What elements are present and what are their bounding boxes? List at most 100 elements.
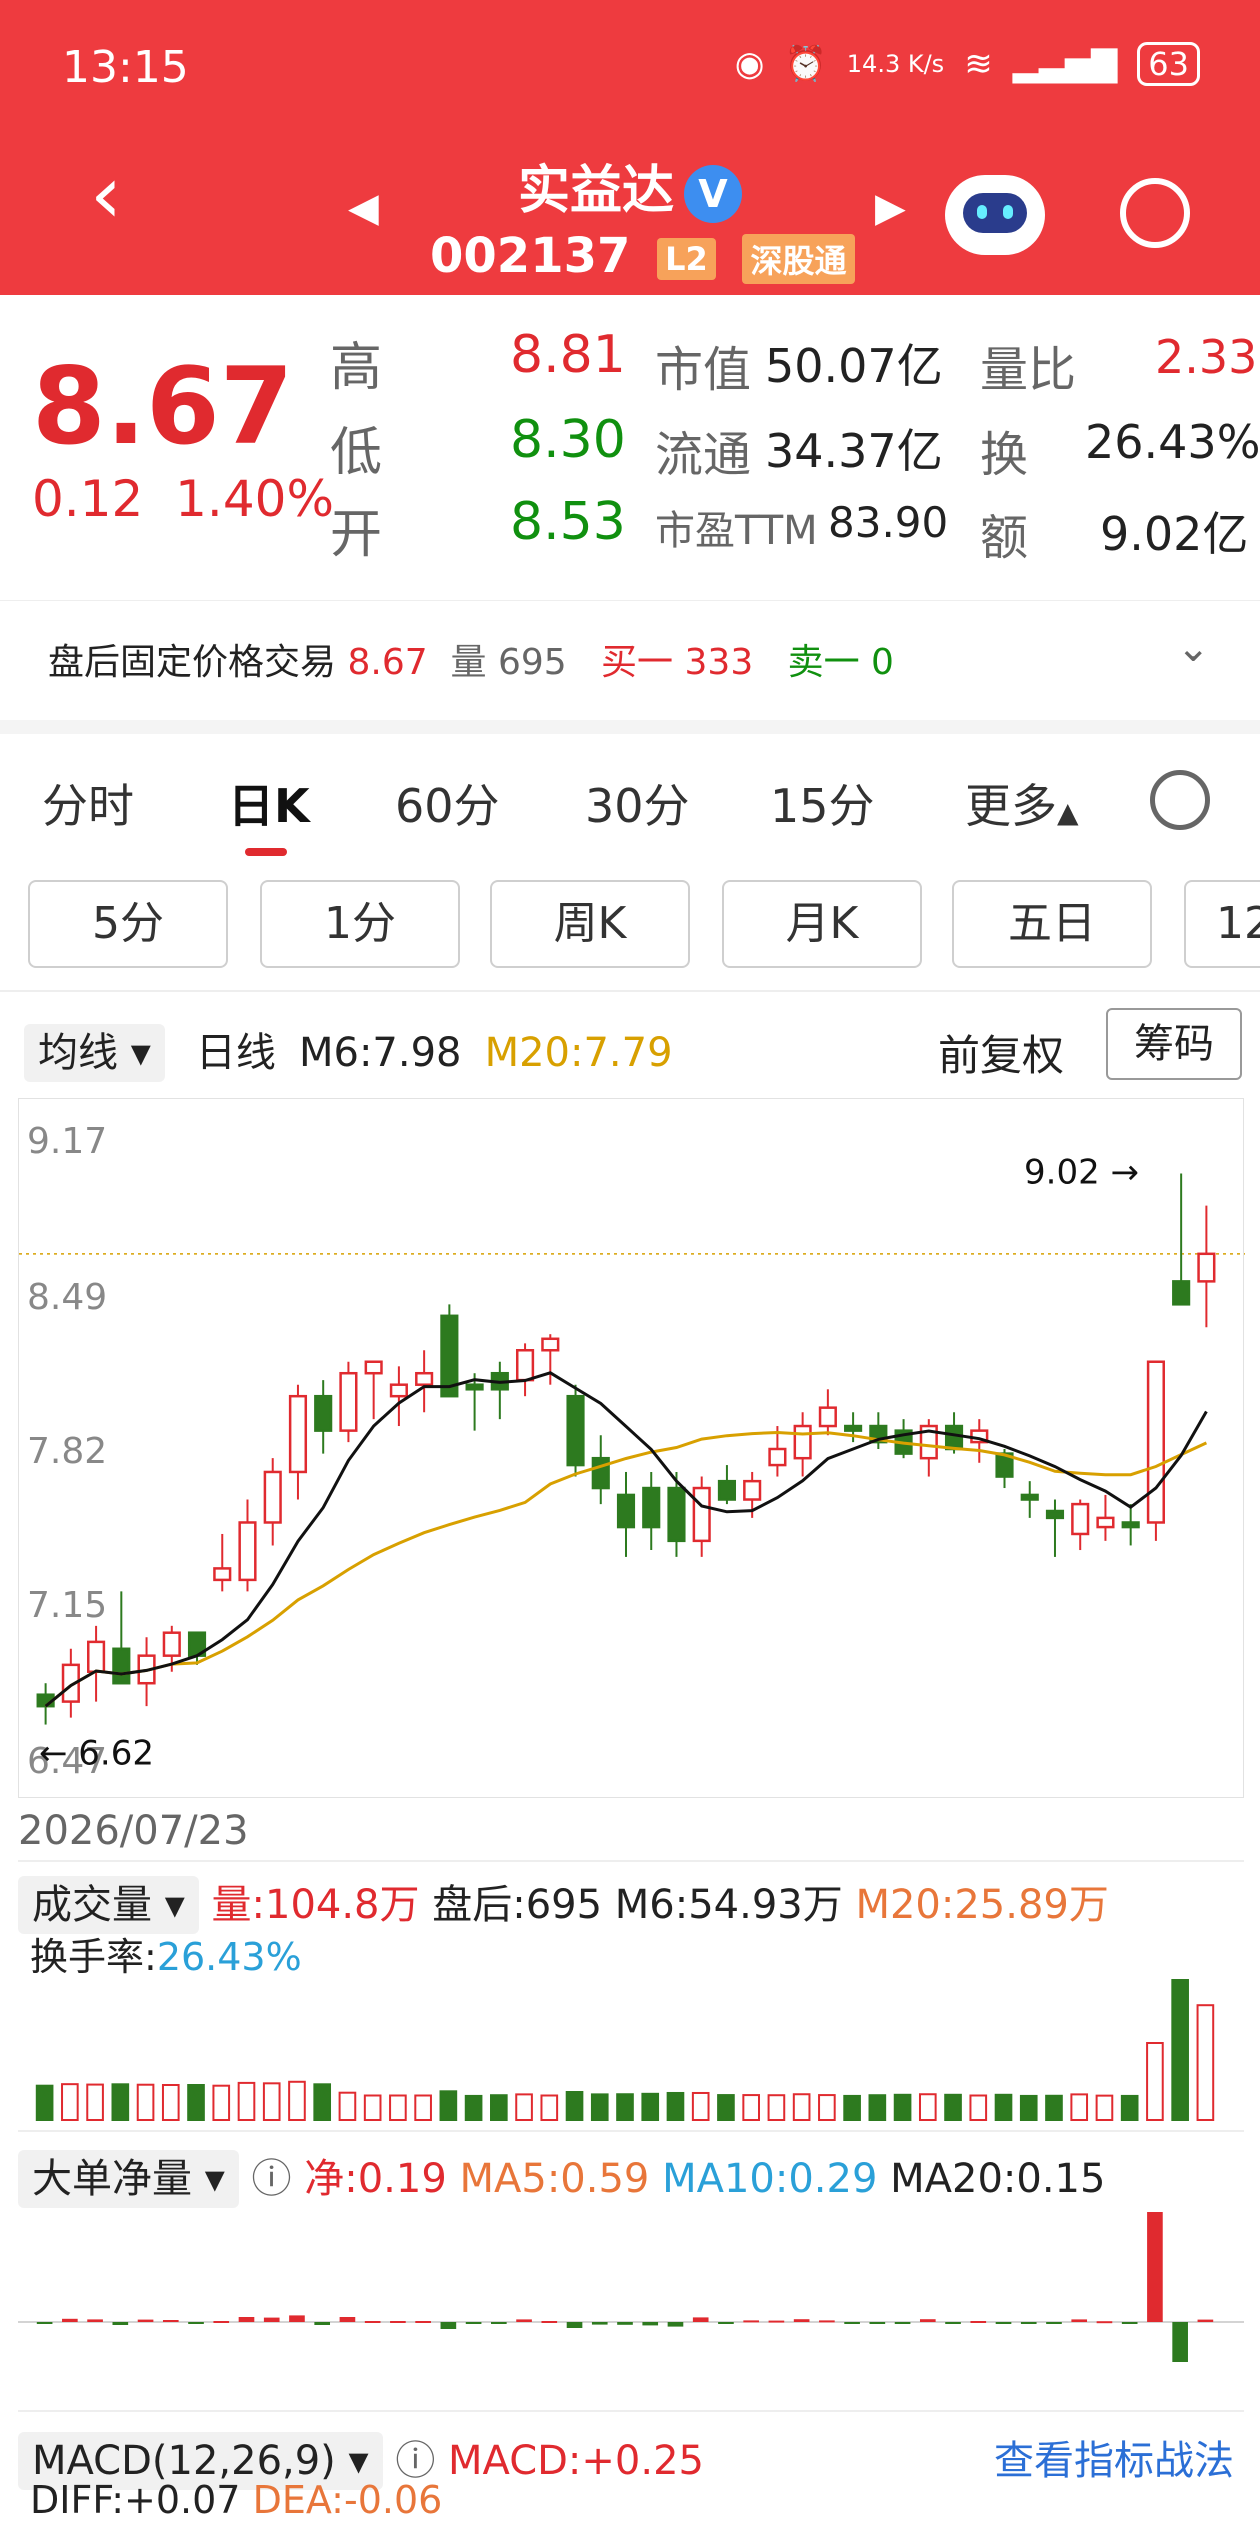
volume-bar (1045, 2094, 1063, 2121)
active-tab-indicator (245, 848, 287, 856)
adjust-mode[interactable]: 前复权 (938, 1022, 1064, 1083)
bigorder-bar (112, 2322, 129, 2325)
stock-code-row: 002137 L2 深股通 (430, 228, 855, 284)
tab-15min[interactable]: 15分 (770, 770, 875, 836)
search-icon[interactable] (1120, 178, 1190, 248)
volume-bar (868, 2094, 887, 2122)
subtab-fiveday[interactable]: 五日 (952, 880, 1152, 968)
volume-bar (666, 2091, 685, 2122)
bigorder-bar (1020, 2322, 1037, 2324)
y-tick-label: 7.15 (27, 1585, 107, 1626)
subtab-monthly[interactable]: 月K (722, 880, 922, 968)
settings-icon[interactable] (1150, 770, 1210, 830)
volume-bar (212, 2084, 231, 2121)
volume-bar (1196, 2004, 1215, 2122)
volume-dropdown-label: 成交量 (32, 1882, 152, 1928)
volume-bar (742, 2094, 760, 2122)
bigorder-bar (137, 2319, 154, 2322)
bigorder-bar (390, 2321, 406, 2323)
volume-bar (1171, 1979, 1189, 2121)
turnover-value: 26.43% (1085, 415, 1260, 469)
volume-bar (843, 2094, 861, 2121)
bigorder-bar (516, 2319, 532, 2322)
battery-icon: 63 (1137, 42, 1200, 86)
mcap-label: 市值 (655, 342, 752, 398)
tab-30min[interactable]: 30分 (585, 770, 690, 836)
open-label: 开 (330, 505, 383, 565)
chevron-down-icon[interactable]: ⌄ (1176, 625, 1210, 671)
volume-bar (590, 2093, 609, 2121)
bigorder-net: 净:0.19 (304, 2156, 447, 2202)
after-hours-row[interactable]: 盘后固定价格交易 8.67 量 695 买一 333 卖一 0 ⌄ (0, 600, 1260, 720)
subtab-12[interactable]: 12 (1184, 880, 1260, 968)
volume-bar (565, 2091, 584, 2121)
subtab-1min[interactable]: 1分 (260, 880, 460, 968)
volume-bar (389, 2094, 407, 2121)
volume-bar (464, 2094, 483, 2121)
tab-fenshi[interactable]: 分时 (42, 770, 134, 836)
volume-bar (1019, 2094, 1038, 2121)
candle-body (364, 1360, 383, 1375)
candle-body (339, 1371, 358, 1432)
next-stock-icon[interactable]: ▶ (875, 185, 906, 231)
divider (0, 990, 1260, 992)
low-value: 8.30 (510, 410, 626, 470)
bigorder-bar (869, 2322, 886, 2324)
bigorder-bar (945, 2322, 961, 2324)
tab-daily-k[interactable]: 日K (228, 770, 310, 836)
indicator-strategy-link[interactable]: 查看指标战法 (994, 2428, 1234, 2486)
chip-button[interactable]: 筹码 (1106, 1008, 1242, 1080)
candle-body (1197, 1252, 1216, 1283)
tab-60min[interactable]: 60分 (395, 770, 500, 836)
volume-bar (1070, 2093, 1089, 2121)
bigorder-bar (1197, 2319, 1214, 2322)
bigorder-bar (188, 2322, 204, 2324)
volume-bar (237, 2081, 256, 2121)
bigorder-bar (995, 2322, 1012, 2324)
bigorder-bar (314, 2322, 331, 2325)
vol-ratio-label: 量比 (980, 342, 1077, 398)
l2-badge: L2 (657, 238, 716, 280)
tab-more[interactable]: 更多▲ (965, 770, 1079, 836)
bigorder-ma20: MA20:0.15 (890, 2156, 1106, 2202)
volume-bar (262, 2082, 281, 2121)
high-value: 8.81 (510, 325, 626, 385)
volume-bar (187, 2084, 205, 2121)
candle-body (1121, 1521, 1140, 1529)
volume-m6: M6:54.93万 (614, 1882, 843, 1928)
change-percent: 1.40% (175, 470, 334, 528)
volume-bar (414, 2094, 432, 2121)
help-icon[interactable]: ⓘ (252, 2156, 292, 2202)
volume-m20: M20:25.89万 (855, 1882, 1109, 1928)
bigorder-bar (541, 2321, 558, 2323)
kline-chart[interactable]: 9.17 8.49 7.82 7.15 6.47 9.02 → ← 6.62 (18, 1098, 1245, 1798)
y-tick-label: 8.49 (27, 1277, 107, 1318)
subtab-5min[interactable]: 5分 (28, 880, 228, 968)
verified-icon: V (684, 165, 742, 223)
line-type: 日线 (195, 1030, 276, 1076)
candle-body (87, 1640, 106, 1673)
volume-bar (1095, 2094, 1114, 2121)
robot-assistant-icon[interactable] (945, 175, 1045, 255)
change-value: 0.12 (32, 470, 144, 528)
candle-body (263, 1470, 282, 1524)
volume-bar (35, 2084, 54, 2121)
volume-bar (792, 2093, 811, 2121)
volume-bar (136, 2083, 155, 2121)
high-marker-label: 9.02 → (1024, 1152, 1139, 1192)
subtab-weekly[interactable]: 周K (490, 880, 690, 968)
bigorder-bar (263, 2317, 280, 2322)
volume-bar (1146, 2042, 1164, 2121)
candle-body (288, 1394, 308, 1474)
candle-body (768, 1447, 787, 1467)
bigorder-bar (465, 2322, 482, 2324)
bigorder-dropdown[interactable]: 大单净量 ▾ (18, 2150, 239, 2208)
volume-panel: 成交量 ▾ 量:104.8万 盘后:695 M6:54.93万 M20:25.8… (18, 1860, 1244, 2122)
volume-after: 盘后:695 (432, 1882, 603, 1928)
vol-ratio-value: 2.33 (1155, 330, 1258, 384)
volume-bar (288, 2080, 306, 2121)
bigorder-bar (440, 2322, 457, 2329)
ma-dropdown[interactable]: 均线 ▾ (24, 1024, 165, 1082)
candle-body (1146, 1360, 1165, 1524)
after-hours-vol-label: 量 (450, 642, 487, 683)
